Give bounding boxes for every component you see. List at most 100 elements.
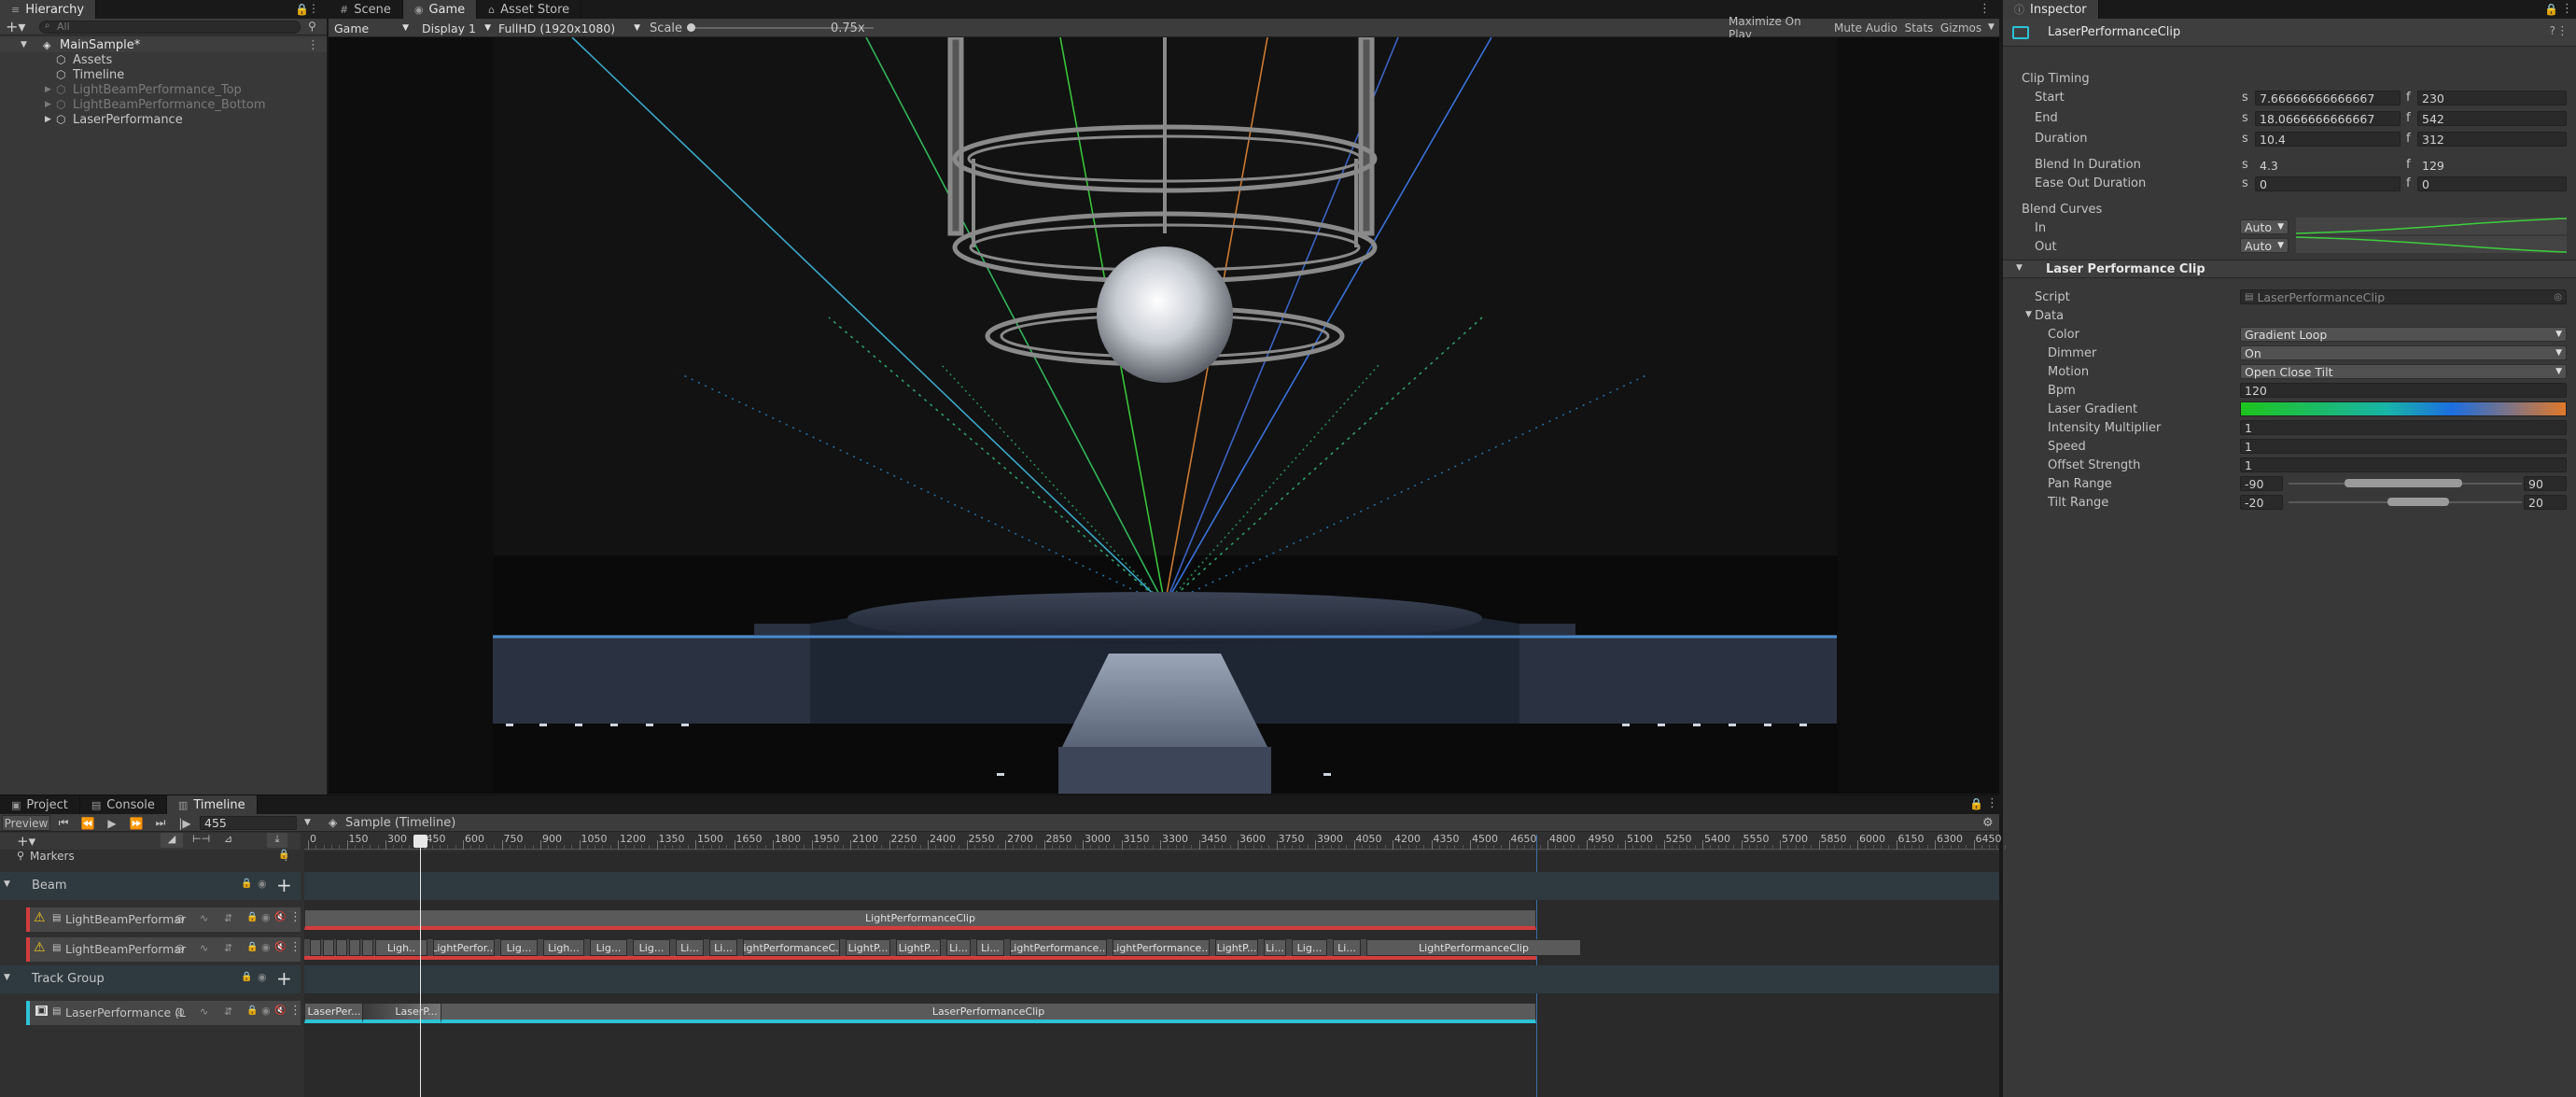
timeline-clip[interactable]: Lig... xyxy=(633,939,670,956)
lock-icon[interactable]: 🔒 xyxy=(246,942,258,952)
track-group-beam[interactable]: ▼ Beam 🔒 ◉ + xyxy=(0,872,301,900)
lock-icon[interactable]: 🔒 xyxy=(295,3,309,16)
timeline-clip[interactable]: Li... xyxy=(676,939,704,956)
tab-inspector[interactable]: ⓘ Inspector xyxy=(2003,0,2099,19)
pan-max-field[interactable]: 90 xyxy=(2524,476,2567,491)
blend-out-curve-dropdown[interactable]: Auto ▼ xyxy=(2240,238,2289,253)
timeline-clip[interactable]: LightP... xyxy=(1215,939,1258,956)
lock-icon[interactable]: 🔒 xyxy=(241,972,252,982)
tab-timeline[interactable]: ▥ Timeline xyxy=(166,795,258,814)
timeline-clip[interactable] xyxy=(336,939,347,956)
kebab-menu-icon[interactable]: ⋮ xyxy=(280,850,292,864)
timeline-clip[interactable]: LightPerformanceClip xyxy=(304,909,1536,930)
blend-out-curve[interactable] xyxy=(2296,236,2567,253)
target-icon[interactable]: ◎ xyxy=(175,942,185,954)
stats-button[interactable]: Stats xyxy=(1902,21,1936,35)
script-field[interactable]: ▤ LaserPerformanceClip ◎ xyxy=(2240,289,2567,304)
maximize-on-play-button[interactable]: Maximize On Play xyxy=(1729,15,1827,41)
speed-field[interactable]: 1 xyxy=(2240,439,2567,454)
mute-icon[interactable]: 🔇 xyxy=(274,942,286,952)
intensity-field[interactable]: 1 xyxy=(2240,420,2567,435)
target-icon[interactable]: ◎ xyxy=(2554,292,2562,302)
timeline-clip[interactable]: Li... xyxy=(1333,939,1361,956)
eye-icon[interactable]: ◉ xyxy=(261,941,271,953)
pan-min-field[interactable]: -90 xyxy=(2240,476,2283,491)
add-track-button[interactable]: +▾ xyxy=(17,833,35,850)
expand-arrow-icon[interactable]: ▼ xyxy=(21,40,27,49)
time-ruler[interactable]: 0 150 300 450 600 750 900 1050 1200 1350 1500 1650 1… xyxy=(304,833,2006,850)
timeline-clip[interactable]: LightPerformance... xyxy=(1010,939,1107,956)
kebab-menu-icon[interactable]: ⋮ xyxy=(289,940,301,954)
track-header[interactable]: ⚠ ▤ LightBeamPerformar ◎ ∿ ⇵ 🔒 ◉ 🔇 ⋮ xyxy=(26,907,301,932)
motion-dropdown[interactable]: Open Close Tilt ▼ xyxy=(2240,364,2567,379)
kebab-menu-icon[interactable]: ⋮ xyxy=(2561,2,2573,16)
tilt-min-field[interactable]: -20 xyxy=(2240,495,2283,510)
curves-icon[interactable]: ∿ xyxy=(200,1006,208,1018)
play-icon[interactable]: ▶ xyxy=(103,815,121,831)
kebab-menu-icon[interactable]: ⋮ xyxy=(289,910,301,924)
previous-frame-icon[interactable]: ⏪ xyxy=(78,815,97,831)
expand-arrow-icon[interactable]: ▶ xyxy=(45,115,51,124)
ripple-icon[interactable]: ⊿ xyxy=(224,833,232,845)
ease-out-frames-field[interactable]: 0 xyxy=(2417,176,2567,191)
play-range-icon[interactable]: |▶ xyxy=(175,815,194,831)
snap-icon[interactable]: ⊢⊣ xyxy=(192,833,210,845)
track-clips-beam-2[interactable]: Ligh.. LightPerfor... Lig... Ligh... Lig... L… xyxy=(304,939,1581,960)
start-frames-field[interactable]: 230 xyxy=(2417,91,2567,105)
expand-arrow-icon[interactable]: ▶ xyxy=(45,100,51,109)
edit-mode-icon[interactable]: ◢ xyxy=(161,833,183,848)
add-icon[interactable]: + xyxy=(276,874,292,896)
expand-arrow-icon[interactable]: ▼ xyxy=(4,973,10,982)
hierarchy-item[interactable]: ▶ ⬡ LaserPerformance xyxy=(0,112,327,127)
tab-asset-store[interactable]: ⌂ Asset Store xyxy=(477,0,582,19)
timeline-clip[interactable]: LightP... xyxy=(846,939,890,956)
kebab-menu-icon[interactable]: ⋮ xyxy=(2556,24,2569,38)
timeline-clip[interactable]: Lig... xyxy=(500,939,538,956)
mute-icon[interactable]: 🔇 xyxy=(274,1006,286,1016)
tilt-range-handle[interactable] xyxy=(2387,498,2449,506)
bpm-field[interactable]: 120 xyxy=(2240,383,2567,398)
timeline-clip[interactable]: LaserPer... xyxy=(304,1003,364,1023)
track-group-laser[interactable]: ▼ Track Group 🔒 ◉ + xyxy=(0,965,301,993)
curves-icon[interactable]: ∿ xyxy=(200,942,208,954)
record-icon[interactable]: ⇵ xyxy=(224,1006,232,1018)
resolution-dropdown[interactable]: FullHD (1920x1080) ▼ xyxy=(495,21,644,35)
record-icon[interactable]: ⇵ xyxy=(224,942,232,954)
timeline-clip[interactable]: LightP... xyxy=(896,939,941,956)
timeline-clip[interactable]: LightPerformanceC... xyxy=(743,939,840,956)
tab-scene[interactable]: # Scene xyxy=(329,0,403,19)
lock-icon[interactable]: 🔒 xyxy=(246,1006,258,1016)
end-frames-field[interactable]: 542 xyxy=(2417,111,2567,126)
hierarchy-item[interactable]: ▶ ⬡ LightBeamPerformance_Bottom xyxy=(0,97,327,112)
blend-in-seconds-field[interactable]: 4.3 xyxy=(2255,158,2401,173)
game-view-dropdown[interactable]: Game ▼ xyxy=(330,21,413,35)
timeline-clip[interactable] xyxy=(310,939,321,956)
hierarchy-item[interactable]: ⬡ Timeline xyxy=(0,67,327,82)
target-icon[interactable]: ◎ xyxy=(175,912,185,924)
expand-arrow-icon[interactable]: ▼ xyxy=(2016,263,2023,273)
gizmos-button[interactable]: Gizmos xyxy=(1938,21,1984,35)
pan-range-handle[interactable] xyxy=(2345,479,2462,487)
kebab-menu-icon[interactable]: ⋮ xyxy=(308,2,319,15)
tilt-max-field[interactable]: 20 xyxy=(2524,495,2567,510)
scene-row[interactable]: ▼ ◈ MainSample* ⋮ xyxy=(0,37,327,52)
scene-menu-icon[interactable]: ⋮ xyxy=(307,38,319,52)
timeline-clip[interactable] xyxy=(349,939,360,956)
chevron-down-icon[interactable]: ▼ xyxy=(304,818,311,827)
follow-playhead-icon[interactable]: ⤓ xyxy=(267,833,287,848)
hierarchy-item[interactable]: ⬡ Assets xyxy=(0,52,327,67)
target-icon[interactable]: ◎ xyxy=(175,1006,185,1018)
laser-gradient-field[interactable] xyxy=(2240,401,2567,416)
timeline-clip[interactable]: Li... xyxy=(1264,939,1286,956)
curves-icon[interactable]: ∿ xyxy=(200,912,208,924)
eye-icon[interactable]: ◉ xyxy=(261,1005,271,1017)
dimmer-dropdown[interactable]: On ▼ xyxy=(2240,345,2567,360)
blend-in-curve[interactable] xyxy=(2296,218,2567,234)
timeline-clip[interactable] xyxy=(323,939,334,956)
tab-console[interactable]: ▤ Console xyxy=(80,795,167,814)
timeline-clip[interactable]: Lig... xyxy=(590,939,627,956)
timeline-clip[interactable]: Li... xyxy=(709,939,737,956)
timeline-clip[interactable]: Li... xyxy=(976,939,1004,956)
tab-project[interactable]: ▣ Project xyxy=(0,795,80,814)
goto-start-icon[interactable]: ⏮ xyxy=(54,815,73,831)
